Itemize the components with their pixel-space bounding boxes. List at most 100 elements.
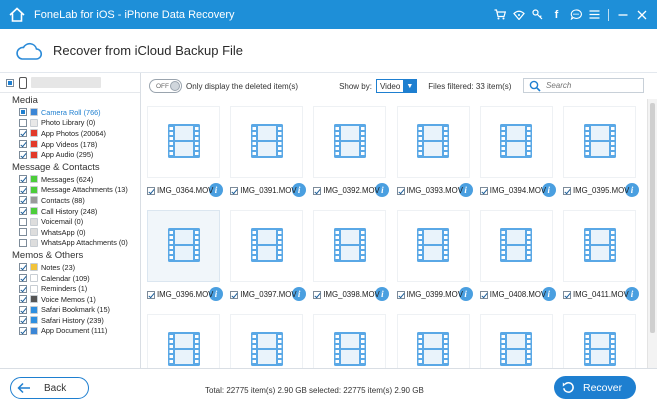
device-checkbox[interactable] bbox=[6, 78, 14, 87]
back-button[interactable]: Back bbox=[10, 377, 89, 399]
item-checkbox[interactable] bbox=[19, 217, 27, 226]
grid-scrollbar[interactable] bbox=[647, 99, 657, 368]
video-tile[interactable] bbox=[563, 314, 638, 368]
minimize-icon[interactable] bbox=[613, 0, 632, 29]
menu-icon[interactable] bbox=[585, 0, 604, 29]
sidebar-item[interactable]: Contacts (88) bbox=[0, 195, 140, 206]
file-checkbox[interactable] bbox=[313, 290, 322, 299]
sidebar-item[interactable]: Camera Roll (766) bbox=[0, 107, 140, 118]
item-checkbox[interactable] bbox=[19, 284, 27, 293]
item-checkbox[interactable] bbox=[19, 118, 27, 127]
item-checkbox[interactable] bbox=[19, 295, 27, 304]
file-checkbox[interactable] bbox=[479, 186, 488, 195]
video-thumbnail[interactable] bbox=[563, 106, 636, 178]
device-row[interactable] bbox=[0, 73, 140, 93]
video-thumbnail[interactable] bbox=[563, 314, 636, 368]
sidebar-item[interactable]: WhatsApp (0) bbox=[0, 227, 140, 238]
sidebar-item[interactable]: App Document (111) bbox=[0, 326, 140, 337]
video-tile[interactable]: i IMG_0391.MOV bbox=[230, 106, 307, 200]
sidebar-item[interactable]: App Audio (295) bbox=[0, 149, 140, 160]
video-tile[interactable] bbox=[230, 314, 305, 368]
sidebar-item[interactable]: Messages (624) bbox=[0, 174, 140, 185]
sidebar-item[interactable]: Calendar (109) bbox=[0, 273, 140, 284]
search-input[interactable] bbox=[546, 81, 636, 90]
video-tile[interactable]: i IMG_0392.MOV bbox=[313, 106, 390, 200]
video-tile[interactable] bbox=[396, 314, 472, 368]
video-thumbnail[interactable] bbox=[147, 314, 220, 368]
show-by-select[interactable]: Video ▼ bbox=[375, 79, 418, 93]
sidebar-item[interactable]: WhatsApp Attachments (0) bbox=[0, 238, 140, 249]
item-checkbox[interactable] bbox=[19, 129, 27, 138]
video-thumbnail[interactable] bbox=[313, 314, 387, 368]
chevron-down-icon[interactable]: ▼ bbox=[403, 80, 417, 92]
video-thumbnail[interactable] bbox=[479, 210, 553, 282]
video-tile[interactable] bbox=[313, 314, 388, 368]
close-icon[interactable] bbox=[632, 0, 651, 29]
item-checkbox[interactable] bbox=[19, 175, 27, 184]
file-checkbox[interactable] bbox=[479, 290, 488, 299]
video-thumbnail[interactable] bbox=[396, 314, 470, 368]
video-thumbnail[interactable] bbox=[563, 210, 636, 282]
sidebar-item[interactable]: App Photos (20064) bbox=[0, 128, 140, 139]
video-tile[interactable]: i IMG_0397.MOV bbox=[230, 210, 307, 304]
home-icon[interactable] bbox=[8, 6, 26, 24]
video-tile[interactable]: i IMG_0399.MOV bbox=[396, 210, 473, 304]
item-checkbox[interactable] bbox=[19, 196, 27, 205]
sidebar-item[interactable]: Call History (248) bbox=[0, 206, 140, 217]
chat-icon[interactable] bbox=[566, 0, 585, 29]
video-thumbnail[interactable] bbox=[313, 106, 387, 178]
item-checkbox[interactable] bbox=[19, 326, 27, 335]
wifi-icon[interactable] bbox=[509, 0, 528, 29]
file-checkbox[interactable] bbox=[147, 186, 155, 195]
sidebar-item[interactable]: Safari History (239) bbox=[0, 315, 140, 326]
video-tile[interactable]: i IMG_0408.MOV bbox=[479, 210, 556, 304]
deleted-only-toggle[interactable]: OFF bbox=[149, 79, 182, 93]
sidebar-item[interactable]: App Videos (178) bbox=[0, 139, 140, 150]
item-checkbox[interactable] bbox=[19, 108, 27, 117]
video-tile[interactable]: i IMG_0398.MOV bbox=[313, 210, 390, 304]
key-icon[interactable] bbox=[528, 0, 547, 29]
video-thumbnail[interactable] bbox=[479, 106, 553, 178]
file-checkbox[interactable] bbox=[563, 186, 571, 195]
sidebar-item[interactable]: Voicemail (0) bbox=[0, 216, 140, 227]
item-checkbox[interactable] bbox=[19, 316, 27, 325]
video-thumbnail[interactable] bbox=[230, 210, 304, 282]
scrollbar-thumb[interactable] bbox=[650, 103, 655, 333]
sidebar-item[interactable]: Safari Bookmark (15) bbox=[0, 305, 140, 316]
item-checkbox[interactable] bbox=[19, 185, 27, 194]
sidebar-item[interactable]: Message Attachments (13) bbox=[0, 185, 140, 196]
file-checkbox[interactable] bbox=[396, 186, 405, 195]
file-checkbox[interactable] bbox=[230, 186, 239, 195]
item-checkbox[interactable] bbox=[19, 238, 27, 247]
sidebar-item[interactable]: Voice Memos (1) bbox=[0, 294, 140, 305]
video-thumbnail[interactable] bbox=[147, 106, 220, 178]
video-thumbnail[interactable] bbox=[313, 210, 387, 282]
file-checkbox[interactable] bbox=[396, 290, 405, 299]
cart-icon[interactable] bbox=[490, 0, 509, 29]
video-tile[interactable]: i IMG_0395.MOV bbox=[563, 106, 639, 200]
item-checkbox[interactable] bbox=[19, 228, 27, 237]
item-checkbox[interactable] bbox=[19, 207, 27, 216]
item-checkbox[interactable] bbox=[19, 263, 27, 272]
file-checkbox[interactable] bbox=[313, 186, 322, 195]
search-box[interactable] bbox=[523, 78, 644, 93]
video-thumbnail[interactable] bbox=[147, 210, 220, 282]
video-thumbnail[interactable] bbox=[396, 210, 470, 282]
sidebar-item[interactable]: Notes (23) bbox=[0, 262, 140, 273]
video-tile[interactable] bbox=[479, 314, 555, 368]
file-checkbox[interactable] bbox=[230, 290, 239, 299]
sidebar-item[interactable]: Photo Library (0) bbox=[0, 118, 140, 129]
video-tile[interactable]: i IMG_0393.MOV bbox=[396, 106, 473, 200]
video-tile[interactable] bbox=[147, 314, 222, 368]
item-checkbox[interactable] bbox=[19, 274, 27, 283]
item-checkbox[interactable] bbox=[19, 140, 27, 149]
video-tile[interactable]: i IMG_0364.MOV bbox=[147, 106, 223, 200]
file-checkbox[interactable] bbox=[147, 290, 155, 299]
item-checkbox[interactable] bbox=[19, 305, 27, 314]
recover-button[interactable]: Recover bbox=[554, 376, 636, 399]
video-thumbnail[interactable] bbox=[396, 106, 470, 178]
video-thumbnail[interactable] bbox=[230, 314, 304, 368]
video-tile[interactable]: i IMG_0411.MOV bbox=[563, 210, 639, 304]
file-checkbox[interactable] bbox=[563, 290, 571, 299]
facebook-icon[interactable]: f bbox=[547, 0, 566, 29]
